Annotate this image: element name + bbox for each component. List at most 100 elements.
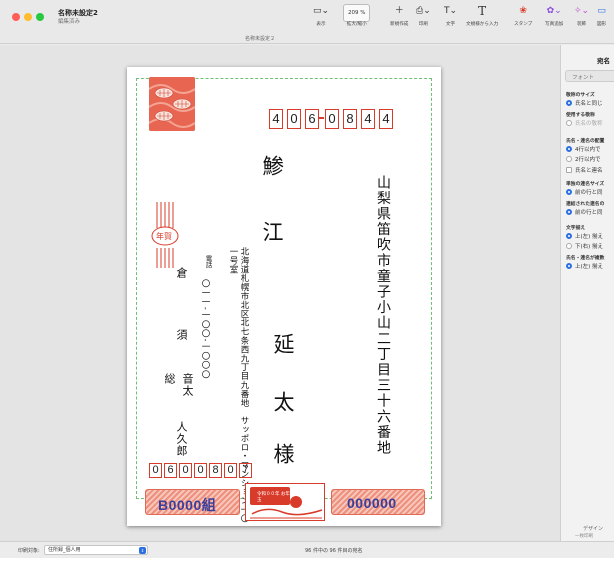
print-target-select[interactable]: 住所録_個人用 ⇕	[44, 545, 148, 555]
new-button[interactable]: ＋ 新規作成	[390, 4, 408, 27]
sender-postal-digit: 8	[209, 463, 222, 478]
radio-selected-icon	[566, 100, 572, 106]
printer-icon: ⎙⌄	[416, 6, 431, 16]
radio-icon	[566, 156, 572, 162]
sender-name[interactable]: 音太	[179, 373, 195, 397]
stamp-button[interactable]: ❀ スタンプ	[514, 4, 532, 27]
photo-add-button[interactable]: ✿⌄ 写真追加	[545, 4, 563, 27]
sidebar-icon: ▭⌄	[313, 6, 330, 16]
checkbox-icon	[566, 167, 572, 173]
zoom-value[interactable]: 209 %	[343, 4, 371, 22]
sender-tel-label: 電話	[204, 255, 212, 268]
minimize-window-button[interactable]	[24, 13, 32, 21]
document-name: 名称未設定２	[244, 36, 275, 42]
lottery-group-box: B0000組	[145, 489, 240, 515]
recipient-name-char[interactable]: 延	[268, 333, 298, 354]
option-name-honorific[interactable]: 氏名の敬称	[566, 119, 603, 127]
radio-icon	[566, 243, 572, 249]
section-name-align: 氏名・連名が複数	[566, 256, 605, 261]
option-two-lines[interactable]: 2行以内で	[566, 155, 601, 163]
pine-stamp-icon	[149, 77, 195, 131]
recipient-name-char[interactable]: 江	[257, 221, 287, 242]
recipient-honorific[interactable]: 様	[268, 443, 298, 464]
sender-tel[interactable]: 〇一一-一〇〇-一〇〇〇	[199, 279, 211, 379]
option-prev-line-1[interactable]: 前の行と同	[566, 188, 603, 196]
input-from-sample-button[interactable]: T 文規様から入力	[466, 4, 498, 27]
photos-icon: ✿⌄	[546, 6, 562, 16]
section-honorific: 使用する敬称	[566, 113, 595, 118]
lottery-number: 000000	[347, 495, 397, 511]
postal-digit: 6	[305, 109, 319, 129]
sender-name[interactable]: 須	[173, 329, 189, 341]
postal-digit: 0	[325, 109, 339, 129]
sender-name[interactable]: 倉	[173, 267, 189, 279]
section-honorific-size: 敬称のサイズ	[566, 93, 595, 98]
title-bar: 名称未設定2 編集済み ▭⌄ 表示 209 % 拡大/縮小 ＋ 新規作成 ⎙⌄ …	[0, 0, 614, 44]
decor-button[interactable]: ✧⌄ 装飾	[574, 4, 589, 27]
editing-canvas[interactable]: 4 0 6 0 8 4 4 山梨県笛吹市童子小山二丁目三十六番地 鯵 江 延 太…	[0, 45, 560, 541]
single-print-label[interactable]: 一枚印刷	[575, 533, 593, 539]
sender-postal-digit: 6	[164, 463, 177, 478]
radio-icon	[566, 120, 572, 126]
lottery-number-box: 000000	[331, 489, 425, 515]
shape-button[interactable]: ▭ 図形	[597, 4, 606, 27]
text-icon: T⌄	[444, 6, 458, 16]
radio-selected-icon	[566, 146, 572, 152]
postage-stamp	[149, 77, 195, 131]
postal-digit: 4	[361, 109, 375, 129]
plus-icon: ＋	[394, 6, 404, 16]
radio-selected-icon	[566, 263, 572, 269]
nenga-label: 年賀	[156, 232, 172, 241]
recipient-address[interactable]: 山梨県笛吹市童子小山二丁目三十六番地	[373, 175, 393, 456]
option-top-left-2[interactable]: 上(左) 揃え	[566, 262, 603, 270]
record-position: 96 件中の 96 件目の宛名	[305, 548, 363, 554]
close-window-button[interactable]	[12, 13, 20, 21]
zoom-window-button[interactable]	[36, 13, 44, 21]
radio-selected-icon	[566, 233, 572, 239]
option-same-as-name[interactable]: 氏名と同じ	[566, 99, 603, 107]
print-button[interactable]: ⎙⌄ 印刷	[416, 4, 431, 27]
option-name-joint-checkbox[interactable]: 氏名と連名	[566, 166, 603, 174]
postcard[interactable]: 4 0 6 0 8 4 4 山梨県笛吹市童子小山二丁目三十六番地 鯵 江 延 太…	[127, 67, 441, 526]
magic-wand-icon: ✧⌄	[574, 6, 590, 16]
option-top-left[interactable]: 上(左) 揃え	[566, 232, 603, 240]
panel-tabs: フォント	[565, 70, 614, 82]
postal-digit: 4	[379, 109, 393, 129]
status-bar: 印刷対象: 住所録_個人用 ⇕ 96 件中の 96 件目の宛名	[0, 541, 614, 558]
sender-postal-digit: 0	[224, 463, 237, 478]
edited-status: 編集済み	[58, 19, 81, 25]
sender-postal-digit: 7	[239, 463, 252, 478]
design-tab[interactable]: デザイン	[583, 525, 603, 532]
option-four-lines[interactable]: 4行以内で	[566, 145, 601, 153]
text-button[interactable]: T⌄ 文字	[444, 4, 457, 27]
otoshidama-mark: 令和００年 お年玉	[245, 483, 325, 521]
sunrise-icon	[250, 496, 323, 519]
print-target-label: 印刷対象:	[18, 548, 40, 554]
recipient-name-char[interactable]: 鯵	[257, 155, 287, 176]
sender-name[interactable]: 総	[161, 373, 177, 385]
radio-selected-icon	[566, 209, 572, 215]
option-bottom-right[interactable]: 下(右) 揃え	[566, 242, 603, 250]
nenga-mark: 年賀	[147, 200, 183, 270]
sender-name[interactable]: 人久郎	[173, 421, 189, 457]
view-button[interactable]: ▭⌄ 表示	[313, 4, 329, 27]
section-text-align: 文字揃え	[566, 226, 586, 231]
tab-font[interactable]: フォント	[572, 73, 594, 81]
inspector-panel: 宛名 フォント 敬称のサイズ 氏名と同じ 使用する敬称 氏名の敬称 氏名・連名の…	[560, 45, 614, 541]
postal-digit: 4	[269, 109, 283, 129]
zoom-control[interactable]: 209 % 拡大/縮小	[343, 4, 371, 27]
sender-postal-digit: 0	[194, 463, 207, 478]
section-joint-layout: 氏名・連名の配置	[566, 139, 605, 144]
radio-selected-icon	[566, 189, 572, 195]
shape-icon: ▭	[597, 6, 606, 16]
recipient-name-char[interactable]: 太	[268, 391, 298, 412]
section-single-size: 単独の連名サイズ	[566, 182, 605, 187]
option-prev-line-2[interactable]: 前の行と同	[566, 208, 603, 216]
sender-postal-digit: 0	[149, 463, 162, 478]
postal-digit: 0	[287, 109, 301, 129]
lottery-group-number: B0000組	[158, 497, 217, 513]
postal-digit: 8	[343, 109, 357, 129]
panel-title: 宛名	[597, 57, 610, 65]
postal-divider	[319, 117, 324, 119]
sender-postal-digit: 0	[179, 463, 192, 478]
